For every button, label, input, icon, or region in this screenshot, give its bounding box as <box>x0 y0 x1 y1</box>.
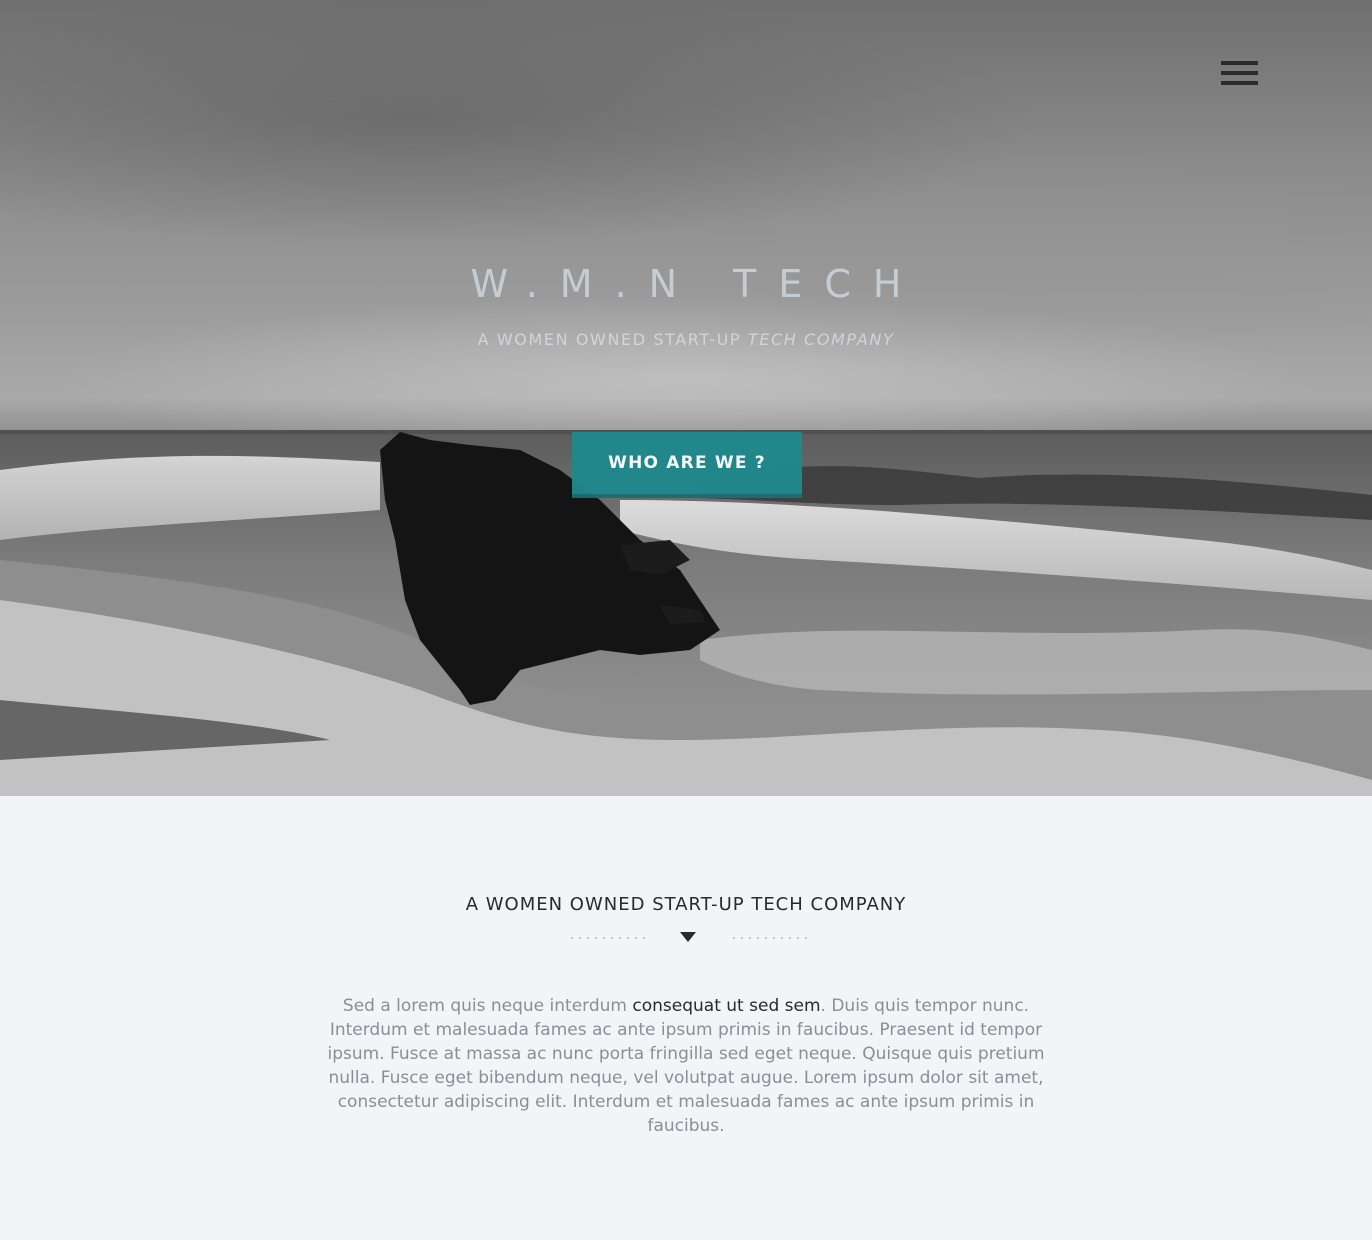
hamburger-menu-icon[interactable] <box>1221 60 1258 88</box>
hero-background-image <box>0 430 1372 796</box>
about-text-highlight: consequat ut sed sem <box>632 996 821 1016</box>
who-are-we-button[interactable]: WHO ARE WE ? <box>572 432 802 498</box>
triangle-down-icon <box>680 932 696 942</box>
menu-bar <box>1221 71 1258 75</box>
about-text-start: Sed a lorem quis neque interdum <box>342 996 633 1016</box>
about-text-end: . Duis quis tempor nunc. Interdum et mal… <box>327 996 1045 1136</box>
hero-title: W.M.N TECH <box>470 262 924 306</box>
about-section: A WOMEN OWNED START-UP TECH COMPANY Sed … <box>0 796 1372 1240</box>
hero-subtitle-plain: A WOMEN OWNED START-UP <box>477 330 748 349</box>
about-paragraph: Sed a lorem quis neque interdum consequa… <box>316 994 1056 1138</box>
hero-section: W.M.N TECH A WOMEN OWNED START-UP TECH C… <box>0 0 1372 796</box>
hero-subtitle-emphasis: TECH COMPANY <box>747 330 895 349</box>
menu-bar <box>1221 81 1258 85</box>
divider-dots-right <box>730 937 808 939</box>
divider-dots-left <box>568 937 646 939</box>
hero-subtitle: A WOMEN OWNED START-UP TECH COMPANY <box>0 330 1372 349</box>
menu-bar <box>1221 61 1258 65</box>
about-heading: A WOMEN OWNED START-UP TECH COMPANY <box>465 894 907 915</box>
section-divider <box>0 932 1372 946</box>
